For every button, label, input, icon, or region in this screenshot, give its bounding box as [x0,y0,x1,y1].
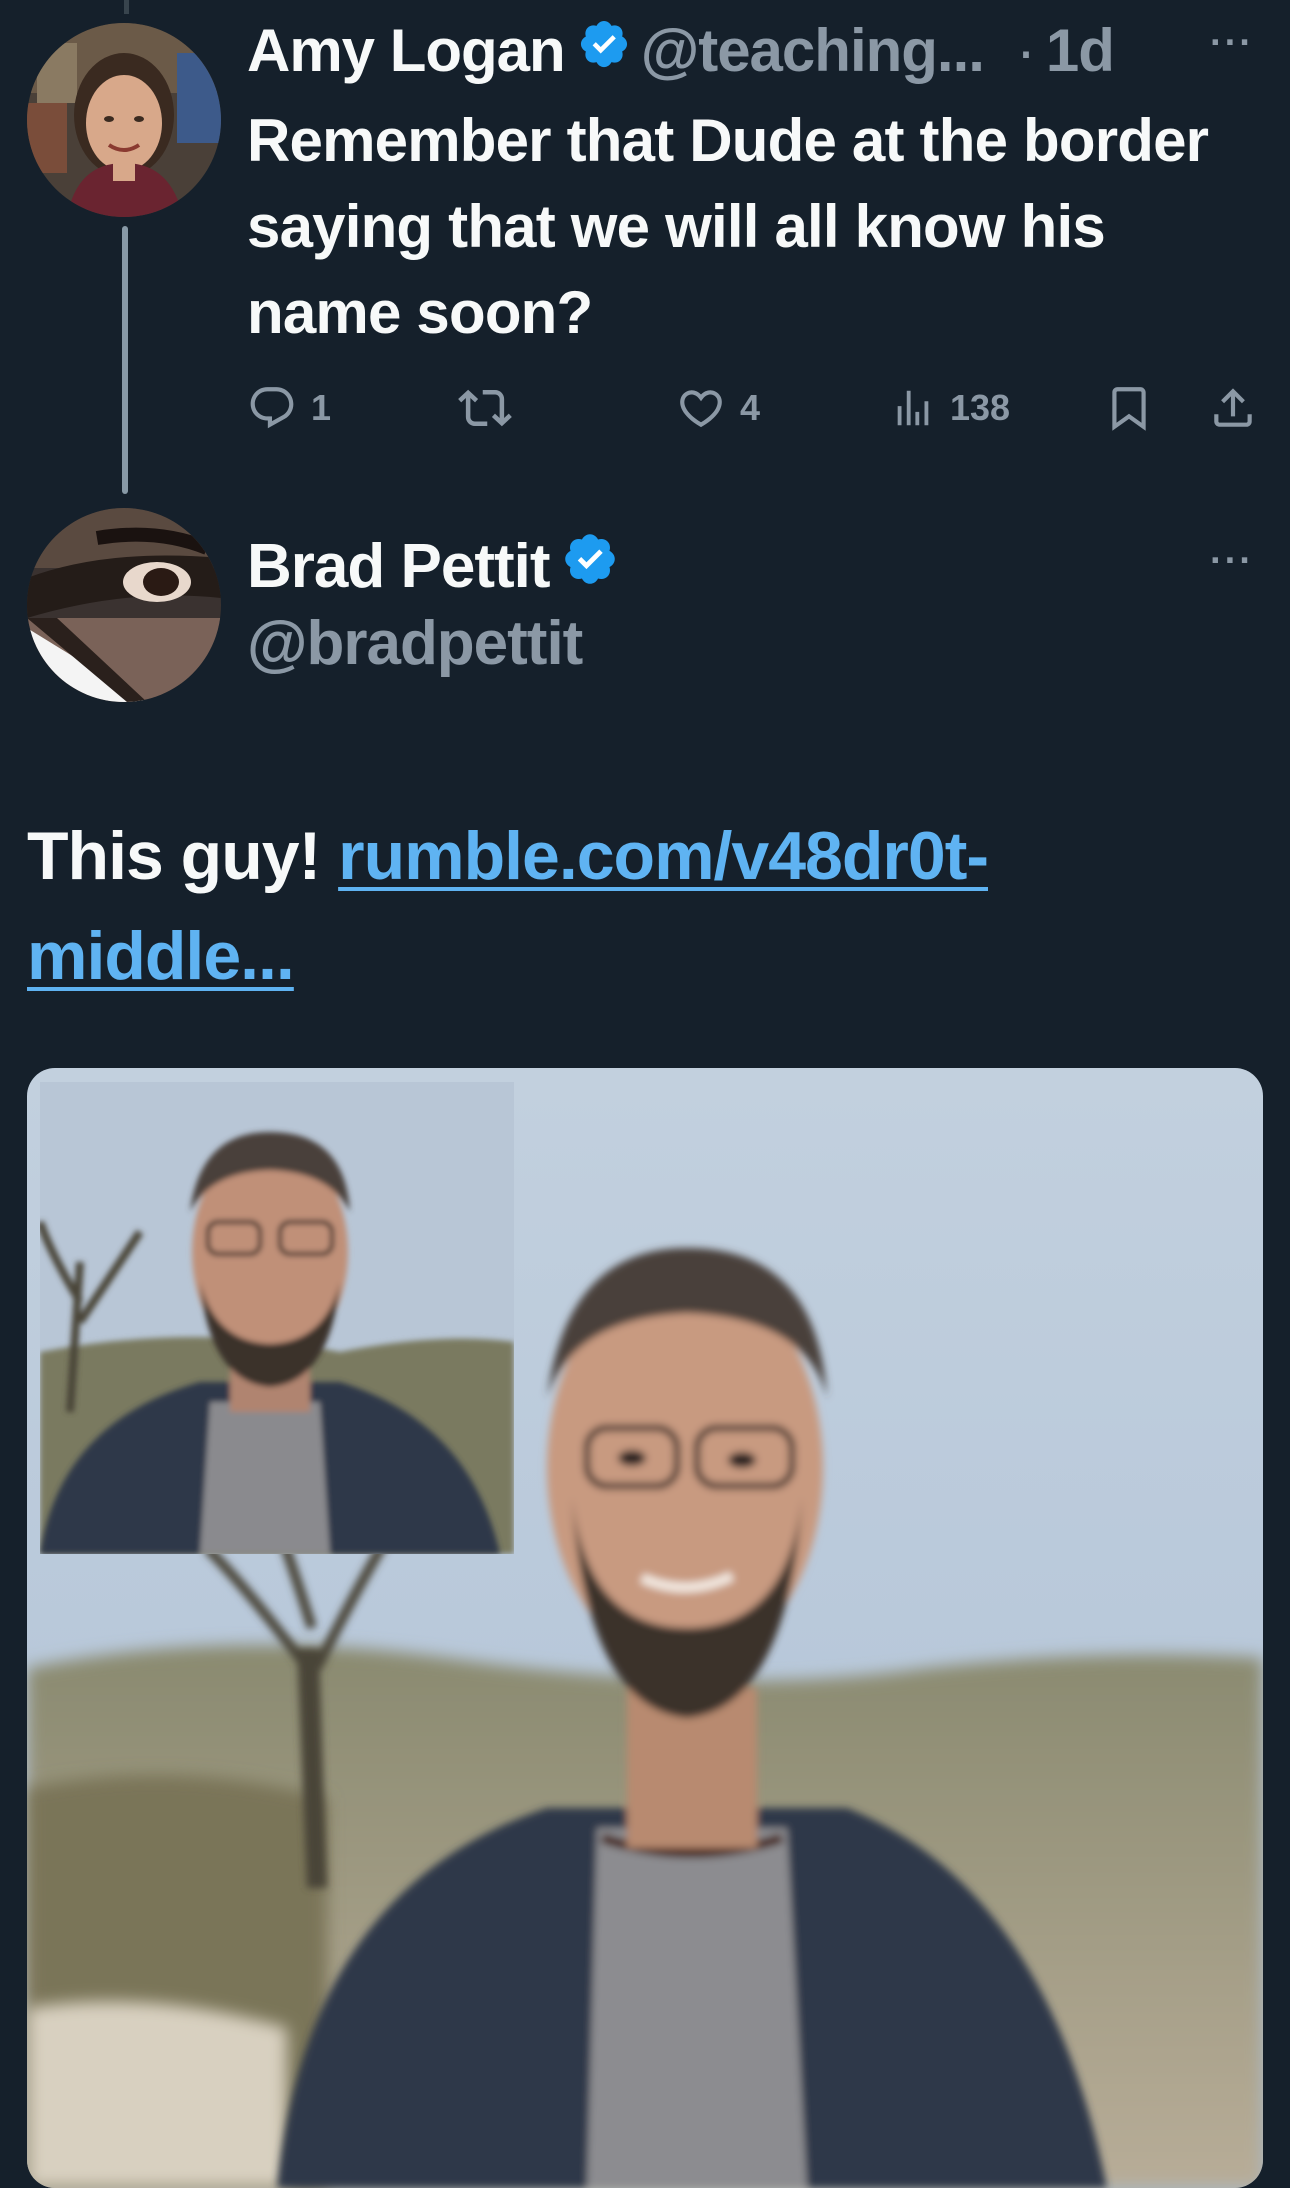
thread-line-top [124,0,129,14]
like-button[interactable]: 4 [676,380,760,436]
more-options-icon[interactable]: ··· [1210,540,1254,583]
separator-dot: · [1015,16,1036,84]
reply-button[interactable]: 1 [247,380,331,436]
more-options-icon[interactable]: ··· [1210,22,1254,65]
share-icon [1214,388,1252,427]
avatar-brad-pettit[interactable] [27,508,221,702]
reply-count: 1 [311,387,332,428]
views-chart-icon [897,390,929,426]
thread-connector-line [122,226,128,494]
tweet1-header: Amy Logan @teaching... · 1d [247,10,1115,90]
avatar-amy-logan[interactable] [27,23,221,217]
tweet2-text-prefix: This guy! [27,818,339,894]
retweet-icon [458,389,512,427]
author-handle[interactable]: @teaching... [641,16,985,85]
author-name[interactable]: Amy Logan [247,16,566,85]
bookmark-icon [1112,387,1146,431]
tweet2-header: Brad Pettit [247,526,629,606]
heart-icon [680,390,722,428]
share-button[interactable] [1208,380,1258,436]
inset-image [40,1082,514,1554]
reply-icon [250,387,294,429]
views-count: 138 [950,387,1011,428]
author-name[interactable]: Brad Pettit [247,531,550,602]
timestamp[interactable]: 1d [1046,16,1115,85]
author-handle[interactable]: @bradpettit [247,608,583,679]
like-count: 4 [740,387,761,428]
views-button[interactable]: 138 [890,380,1010,436]
retweet-button[interactable] [458,380,526,436]
verified-badge-icon[interactable] [577,16,631,85]
tweet2-text: This guy! rumble.com/v48dr0t-middle... [27,806,1207,1006]
tweet1-text: Remember that Dude at the border saying … [247,107,1209,346]
bookmark-button[interactable] [1104,380,1154,436]
verified-badge-icon[interactable] [561,530,619,603]
